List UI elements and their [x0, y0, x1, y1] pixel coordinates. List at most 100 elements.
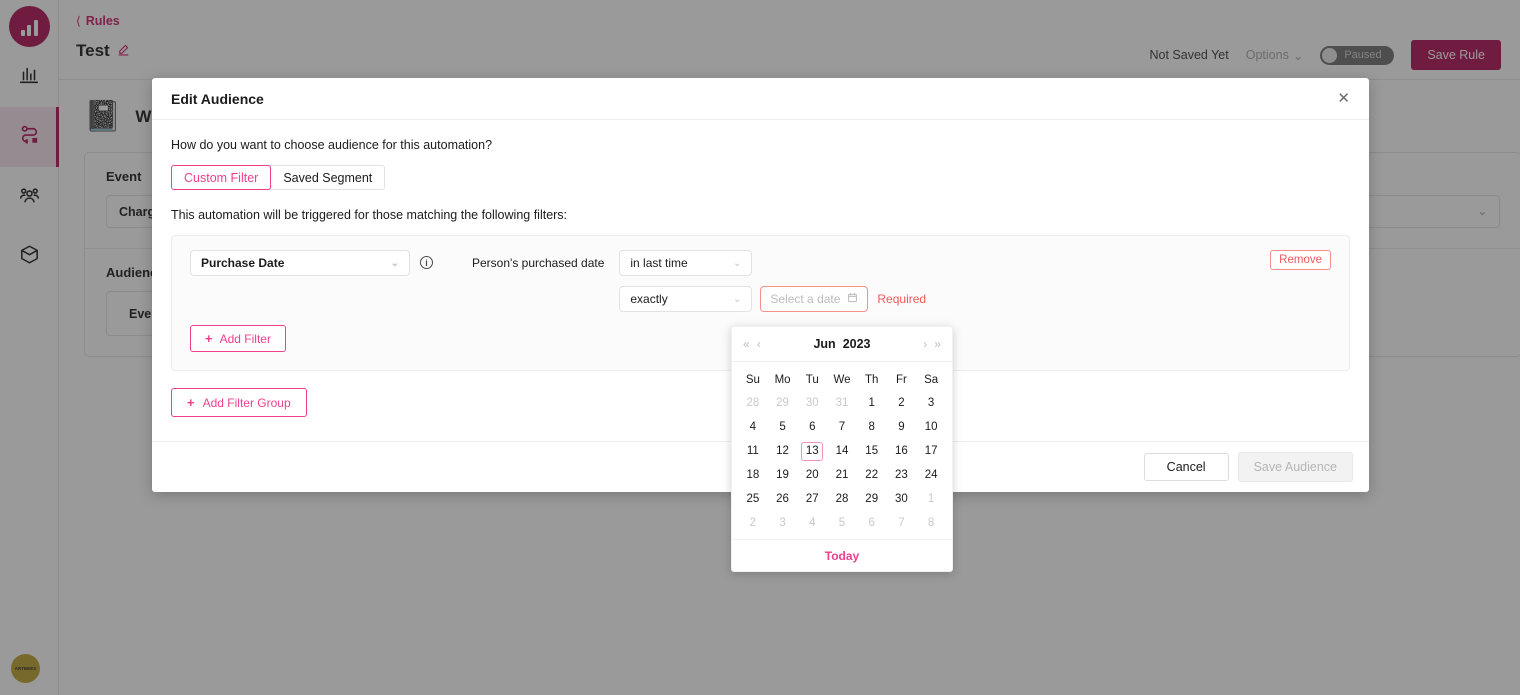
date-cell[interactable]: 4 [797, 511, 827, 535]
tab-saved-segment[interactable]: Saved Segment [270, 165, 386, 190]
save-audience-button[interactable]: Save Audience [1237, 452, 1353, 482]
audience-question-label: How do you want to choose audience for t… [171, 138, 493, 152]
plus-icon: + [205, 331, 213, 346]
chevron-left-icon[interactable]: ‹ [757, 337, 761, 351]
date-picker-header: « ‹ Jun 2023 › » [732, 327, 952, 362]
date-cell[interactable]: 4 [738, 415, 768, 439]
filter-operator-text: Person's purchased date [472, 256, 605, 270]
date-cell[interactable]: 5 [827, 511, 857, 535]
date-cell[interactable]: 28 [827, 487, 857, 511]
date-cell[interactable]: 18 [738, 463, 768, 487]
weekday-label: Su [745, 374, 760, 386]
date-cell[interactable]: 17 [916, 439, 946, 463]
chevron-down-icon: ⌄ [732, 293, 742, 305]
date-cell[interactable]: 21 [827, 463, 857, 487]
chevron-down-icon: ⌄ [732, 257, 742, 269]
date-cell[interactable]: 28 [738, 391, 768, 415]
date-picker-year[interactable]: 2023 [843, 337, 871, 351]
date-cell[interactable]: 2 [887, 391, 917, 415]
filter-attribute-value: Purchase Date [201, 256, 285, 270]
close-icon[interactable]: ✕ [1337, 91, 1350, 106]
chevron-down-icon: ⌄ [390, 257, 399, 269]
date-picker-grid: Su Mo Tu We Th Fr Sa 28 29 30 31 1 2 3 4 5 6 7 8 9 10 11 12 13… [732, 362, 952, 539]
date-cell[interactable]: 19 [768, 463, 798, 487]
date-picker-week-row: 11 12 13 14 15 16 17 [738, 439, 946, 463]
plus-icon: + [187, 395, 195, 410]
add-filter-label: Add Filter [219, 331, 271, 346]
calendar-icon [847, 292, 858, 306]
date-cell[interactable]: 1 [916, 487, 946, 511]
date-cell[interactable]: 8 [857, 415, 887, 439]
double-chevron-right-icon[interactable]: » [934, 337, 941, 351]
weekday-label: Sa [924, 374, 939, 386]
date-picker-popup: « ‹ Jun 2023 › » Su Mo Tu We Th Fr Sa 28 29 30 31… [731, 326, 953, 572]
date-picker-weeks: 28 29 30 31 1 2 3 4 5 6 7 8 9 10 11 12 13 14 15 16 17 18 19 20 2… [738, 391, 946, 535]
date-input[interactable]: Select a date [760, 286, 869, 312]
filter-attribute-select[interactable]: Purchase Date ⌄ [190, 250, 410, 276]
date-picker-week-row: 2345678 [738, 511, 946, 535]
filter-condition-value: in last time [630, 256, 688, 270]
date-picker-month[interactable]: Jun [813, 337, 835, 351]
date-cell[interactable]: 11 [738, 439, 768, 463]
date-cell[interactable]: 27 [797, 487, 827, 511]
weekday-label: Tu [805, 374, 819, 386]
date-cell[interactable]: 15 [857, 439, 887, 463]
date-cell[interactable]: 3 [916, 391, 946, 415]
add-filter-group-label: Add Filter Group [202, 395, 291, 410]
filter-subcondition-row: exactly ⌄ Select a date Required [604, 276, 944, 312]
date-cell[interactable]: 25 [738, 487, 768, 511]
date-cell[interactable]: 29 [768, 391, 798, 415]
date-cell[interactable]: 31 [827, 391, 857, 415]
tab-custom-filter[interactable]: Custom Filter [171, 165, 272, 190]
weekday-label: We [833, 374, 851, 386]
double-chevron-left-icon[interactable]: « [743, 337, 750, 351]
chevron-right-icon[interactable]: › [923, 337, 927, 351]
date-cell[interactable]: 6 [797, 415, 827, 439]
date-picker-footer: Today [732, 539, 952, 571]
date-cell[interactable]: 7 [827, 415, 857, 439]
date-cell[interactable]: 29 [857, 487, 887, 511]
date-cell[interactable]: 13 [797, 439, 827, 463]
weekday-label: Mo [774, 374, 791, 386]
remove-filter-button[interactable]: Remove [1270, 250, 1331, 270]
date-cell[interactable]: 24 [916, 463, 946, 487]
date-cell[interactable]: 26 [768, 487, 798, 511]
info-icon[interactable]: i [420, 256, 433, 269]
cancel-button[interactable]: Cancel [1143, 453, 1229, 481]
date-cell[interactable]: 16 [887, 439, 917, 463]
date-cell[interactable]: 1 [857, 391, 887, 415]
modal-header: Edit Audience ✕ [152, 78, 1369, 120]
date-picker-week-row: 25 26 27 28 29 30 1 [738, 487, 946, 511]
add-filter-button[interactable]: + Add Filter [190, 325, 286, 352]
filter-subcondition-select[interactable]: exactly ⌄ [619, 286, 753, 312]
date-cell[interactable]: 30 [797, 391, 827, 415]
date-picker-week-row: 4 5 6 7 8 9 10 [738, 415, 946, 439]
date-picker-week-row: 28 29 30 31 1 2 3 [738, 391, 946, 415]
date-cell[interactable]: 2 [738, 511, 768, 535]
app-root: ARTBEES ⟨ Rules Test Not Saved Yet Optio… [0, 0, 1520, 695]
date-cell[interactable]: 3 [768, 511, 798, 535]
date-cell[interactable]: 5 [768, 415, 798, 439]
date-cell[interactable]: 10 [916, 415, 946, 439]
date-cell[interactable]: 12 [768, 439, 798, 463]
date-cell[interactable]: 14 [827, 439, 857, 463]
date-picker-title: Jun 2023 [813, 337, 870, 351]
date-cell[interactable]: 8 [916, 511, 946, 535]
date-cell[interactable]: 9 [887, 415, 917, 439]
filter-condition-select[interactable]: in last time ⌄ [619, 250, 753, 276]
date-cell[interactable]: 23 [887, 463, 917, 487]
date-cell[interactable]: 20 [797, 463, 827, 487]
add-filter-group-button[interactable]: + Add Filter Group [171, 388, 307, 417]
date-cell[interactable]: 30 [887, 487, 917, 511]
date-picker-week-row: 18 19 20 21 22 23 24 [738, 463, 946, 487]
date-cell[interactable]: 7 [887, 511, 917, 535]
filter-subcondition-value: exactly [630, 292, 668, 306]
today-link[interactable]: Today [825, 549, 859, 563]
filter-row: Purchase Date ⌄ i Person's purchased dat… [172, 236, 1349, 312]
audience-type-tabs: Custom Filter Saved Segment [171, 165, 1350, 190]
today-marker: 13 [801, 441, 824, 461]
date-validation-message: Required [877, 292, 927, 306]
date-cell[interactable]: 6 [857, 511, 887, 535]
modal-title: Edit Audience [171, 90, 264, 107]
date-cell[interactable]: 22 [857, 463, 887, 487]
